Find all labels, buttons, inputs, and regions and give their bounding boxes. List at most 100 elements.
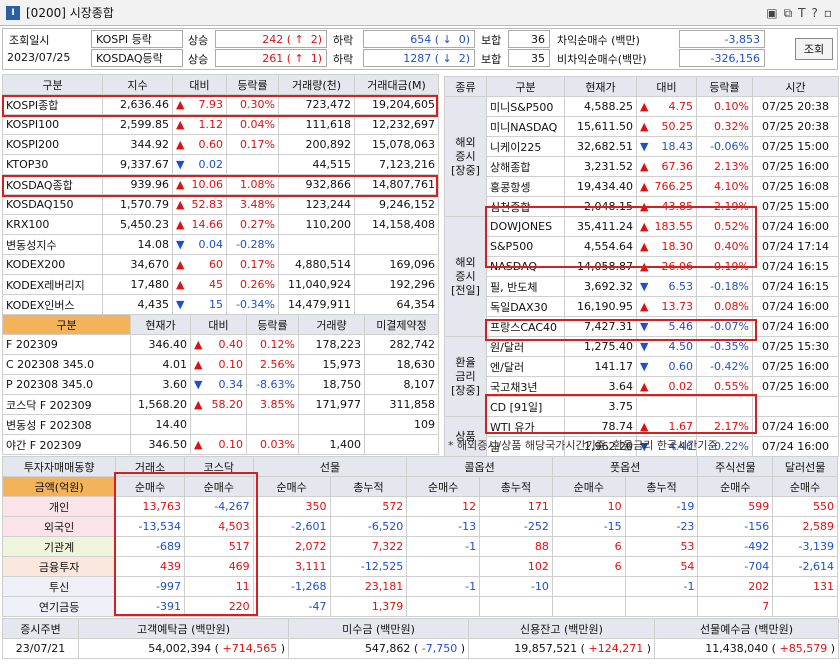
investor-value: -4,267: [183, 496, 254, 517]
sub-header: 순매수: [772, 476, 838, 497]
table-row[interactable]: 개인 13,763 -4,267 350 572 12 171 10 -19 599 550: [1, 496, 838, 517]
investor-value: 23,181: [329, 576, 408, 597]
query-button[interactable]: 조회: [795, 38, 833, 60]
world-name: 미니NASDAQ: [486, 116, 565, 137]
index-change: ▲ 0.60: [172, 134, 227, 155]
close-icon[interactable]: ▫: [824, 6, 832, 21]
investor-value: 550: [772, 496, 838, 517]
table-row[interactable]: 해외 증시 [전일] DOWJONES 35,411.24 ▲ 183.55 0.52% 0…: [444, 216, 839, 337]
index-rate: 0.30%: [226, 94, 279, 115]
world-price: 16,190.95: [564, 296, 637, 317]
help-icon[interactable]: ?: [811, 6, 817, 21]
sub-header: 순매수: [406, 476, 481, 497]
world-change: ▲ 4.75: [636, 96, 697, 117]
investor-value: 131: [772, 576, 838, 597]
table-row[interactable]: 연기금등 -391 220 -47 1,379 7: [1, 596, 838, 617]
table-row[interactable]: 환율 금리 [장중] 원/달러 1,275.40 ▼ 4.50 -0.35% 07/25 1…: [444, 336, 839, 417]
table-row[interactable]: KOSPI100 2,599.85 ▲ 1.12 0.04% 111,618 12,232,…: [2, 114, 439, 135]
table-row[interactable]: 독일DAX30 16,190.95 ▲ 13.73 0.08% 07/24 16:00: [445, 296, 839, 317]
world-time: 07/25 15:30: [752, 336, 839, 357]
index-name: KOSPI100: [2, 114, 103, 135]
table-row[interactable]: 프랑스CAC40 7,427.31 ▼ 5.46 -0.07% 07/24 16:00: [445, 316, 839, 337]
index-rate: 0.04%: [226, 114, 279, 135]
index-value: 5,450.23: [102, 214, 173, 235]
world-change: ▲ 13.73: [636, 296, 697, 317]
table-row[interactable]: 기관계 -689 517 2,072 7,322 -1 88 6 53 -492 -3,139: [1, 536, 838, 557]
world-rate: 0.40%: [696, 236, 753, 257]
table-row[interactable]: 심천종합 2,048.15 ▲ 43.85 2.19% 07/25 15:00: [445, 196, 839, 217]
world-price: 3.64: [564, 376, 637, 397]
world-name: DOWJONES: [486, 216, 565, 237]
investor-value: -1: [624, 576, 699, 597]
index-change: ▲ 1.12: [172, 114, 227, 135]
nonarb-value: -326,156: [679, 49, 765, 67]
world-time: 07/24 16:00: [752, 216, 839, 237]
table-row[interactable]: CD [91일] 3.75: [445, 396, 839, 417]
table-row[interactable]: KTOP30 9,337.67 ▼ 0.02 44,515 7,123,216: [2, 154, 439, 175]
table-row[interactable]: 미니NASDAQ 15,611.50 ▲ 50.25 0.32% 07/25 20:38: [445, 116, 839, 137]
world-name: S&P500: [486, 236, 565, 257]
col-header: 거래량: [298, 314, 365, 335]
index-amount: 14,158,408: [354, 214, 439, 235]
table-row[interactable]: 국고채3년 3.64 ▲ 0.02 0.55% 07/25 16:00: [445, 376, 839, 397]
kospi-label: KOSPI 등락: [91, 30, 183, 48]
table-row[interactable]: S&P500 4,554.64 ▲ 18.30 0.40% 07/24 17:14: [445, 236, 839, 257]
index-volume: 14,479,911: [278, 294, 355, 315]
table-row[interactable]: 필, 반도체 3,692.32 ▼ 6.53 -0.18% 07/24 16:15: [445, 276, 839, 297]
world-price: 141.17: [564, 356, 637, 377]
table-row[interactable]: 야간 F 202309 346.50 ▲ 0.10 0.03% 1,400: [2, 434, 439, 455]
table-row[interactable]: 금융투자 439 469 3,111 -12,525 102 6 54 -704 -2,614: [1, 556, 838, 577]
world-change: ▲ 26.06: [636, 256, 697, 277]
table-row[interactable]: KODEX인버스 4,435 ▼ 15 -0.34% 14,479,911 64,354: [2, 294, 439, 315]
table-row[interactable]: KOSPI종합 2,636.46 ▲ 7.93 0.30% 723,472 19,204,6…: [2, 94, 439, 115]
table-row[interactable]: P 202308 345.0 3.60 ▼ 0.34 -8.63% 18,750 8,107: [2, 374, 439, 395]
futures-oi: 311,858: [364, 394, 439, 415]
table-row[interactable]: KOSDAQ150 1,570.79 ▲ 52.83 3.48% 123,244 9,246…: [2, 194, 439, 215]
table-row[interactable]: KOSDAQ종합 939.96 ▲ 10.06 1.08% 932,866 14,807,7…: [2, 174, 439, 195]
table-row[interactable]: KRX100 5,450.23 ▲ 14.66 0.27% 110,200 14,158,4…: [2, 214, 439, 235]
table-row[interactable]: 상품 WTI 유가 78.74 ▲ 1.67 2.17% 07/24 16:00: [444, 416, 839, 457]
investor-value: [551, 596, 626, 617]
table-row[interactable]: KODEX200 34,670 ▲ 60 0.17% 4,880,514 169,096: [2, 254, 439, 275]
index-change: ▲ 45: [172, 274, 227, 295]
table-row[interactable]: NASDAQ 14,058.87 ▲ 26.06 0.19% 07/24 16:15: [445, 256, 839, 277]
futures-price: 3.60: [130, 374, 191, 395]
investor-value: [772, 596, 838, 617]
table-row[interactable]: KOSPI200 344.92 ▲ 0.60 0.17% 200,892 15,078,06…: [2, 134, 439, 155]
futures-price: 14.40: [130, 414, 191, 435]
index-name: KOSPI200: [2, 134, 103, 155]
font-icon[interactable]: T: [798, 6, 805, 21]
table-row[interactable]: 엔/달러 141.17 ▼ 0.60 -0.42% 07/25 16:00: [445, 356, 839, 377]
investor-value: 469: [183, 556, 254, 577]
popout-icon[interactable]: ⧉: [784, 6, 793, 21]
world-time: 07/25 16:08: [752, 176, 839, 197]
table-row[interactable]: 상해종합 3,231.52 ▲ 67.36 2.13% 07/25 16:00: [445, 156, 839, 177]
futures-volume: 15,973: [298, 354, 365, 375]
investor-value: -3,139: [772, 536, 838, 557]
world-change: ▼ 18.43: [636, 136, 697, 157]
table-row[interactable]: C 202308 345.0 4.01 ▲ 0.10 2.56% 15,973 18,630: [2, 354, 439, 375]
restore-icon[interactable]: ▣: [766, 6, 777, 21]
investor-value: -689: [115, 536, 185, 557]
table-row[interactable]: 외국인 -13,534 4,503 -2,601 -6,520 -13 -252 -15 -23…: [1, 516, 838, 537]
sub-header: 총누적: [329, 476, 408, 497]
table-row[interactable]: KODEX레버리지 17,480 ▲ 45 0.26% 11,040,924 192,296: [2, 274, 439, 295]
investor-value: -1: [406, 536, 481, 557]
table-row[interactable]: F 202309 346.40 ▲ 0.40 0.12% 178,223 282,742: [2, 334, 439, 355]
index-name: 변동성지수: [2, 234, 103, 255]
world-time: 07/24 16:15: [752, 256, 839, 277]
kospi-down-count: 654 ( ↓ 0): [363, 30, 475, 48]
table-row[interactable]: 니케이225 32,682.51 ▼ 18.43 -0.06% 07/25 15:00: [445, 136, 839, 157]
table-row[interactable]: 홍콩항셍 19,434.40 ▲ 766.25 4.10% 07/25 16:08: [445, 176, 839, 197]
investor-value: 350: [252, 496, 331, 517]
investor-value: -492: [697, 536, 774, 557]
timezone-note: * 해외증시/상품 해당국가시간기준, 환율금리 한국시간기준: [448, 439, 718, 452]
futures-oi: 8,107: [364, 374, 439, 395]
col-header: 증시주변: [2, 618, 79, 639]
table-row[interactable]: 해외 증시 [장중] 미니S&P500 4,588.25 ▲ 4.75 0.10% 07/2…: [444, 96, 839, 217]
table-row[interactable]: 변동성 F 202308 14.40 109: [2, 414, 439, 435]
table-row[interactable]: 코스닥 F 202309 1,568.20 ▲ 58.20 3.85% 171,977 31…: [2, 394, 439, 415]
table-row[interactable]: 투신 -997 11 -1,268 23,181 -1 -10 -1 202 131: [1, 576, 838, 597]
table-row[interactable]: 변동성지수 14.08 ▼ 0.04 -0.28%: [2, 234, 439, 255]
index-rate: 0.17%: [226, 134, 279, 155]
